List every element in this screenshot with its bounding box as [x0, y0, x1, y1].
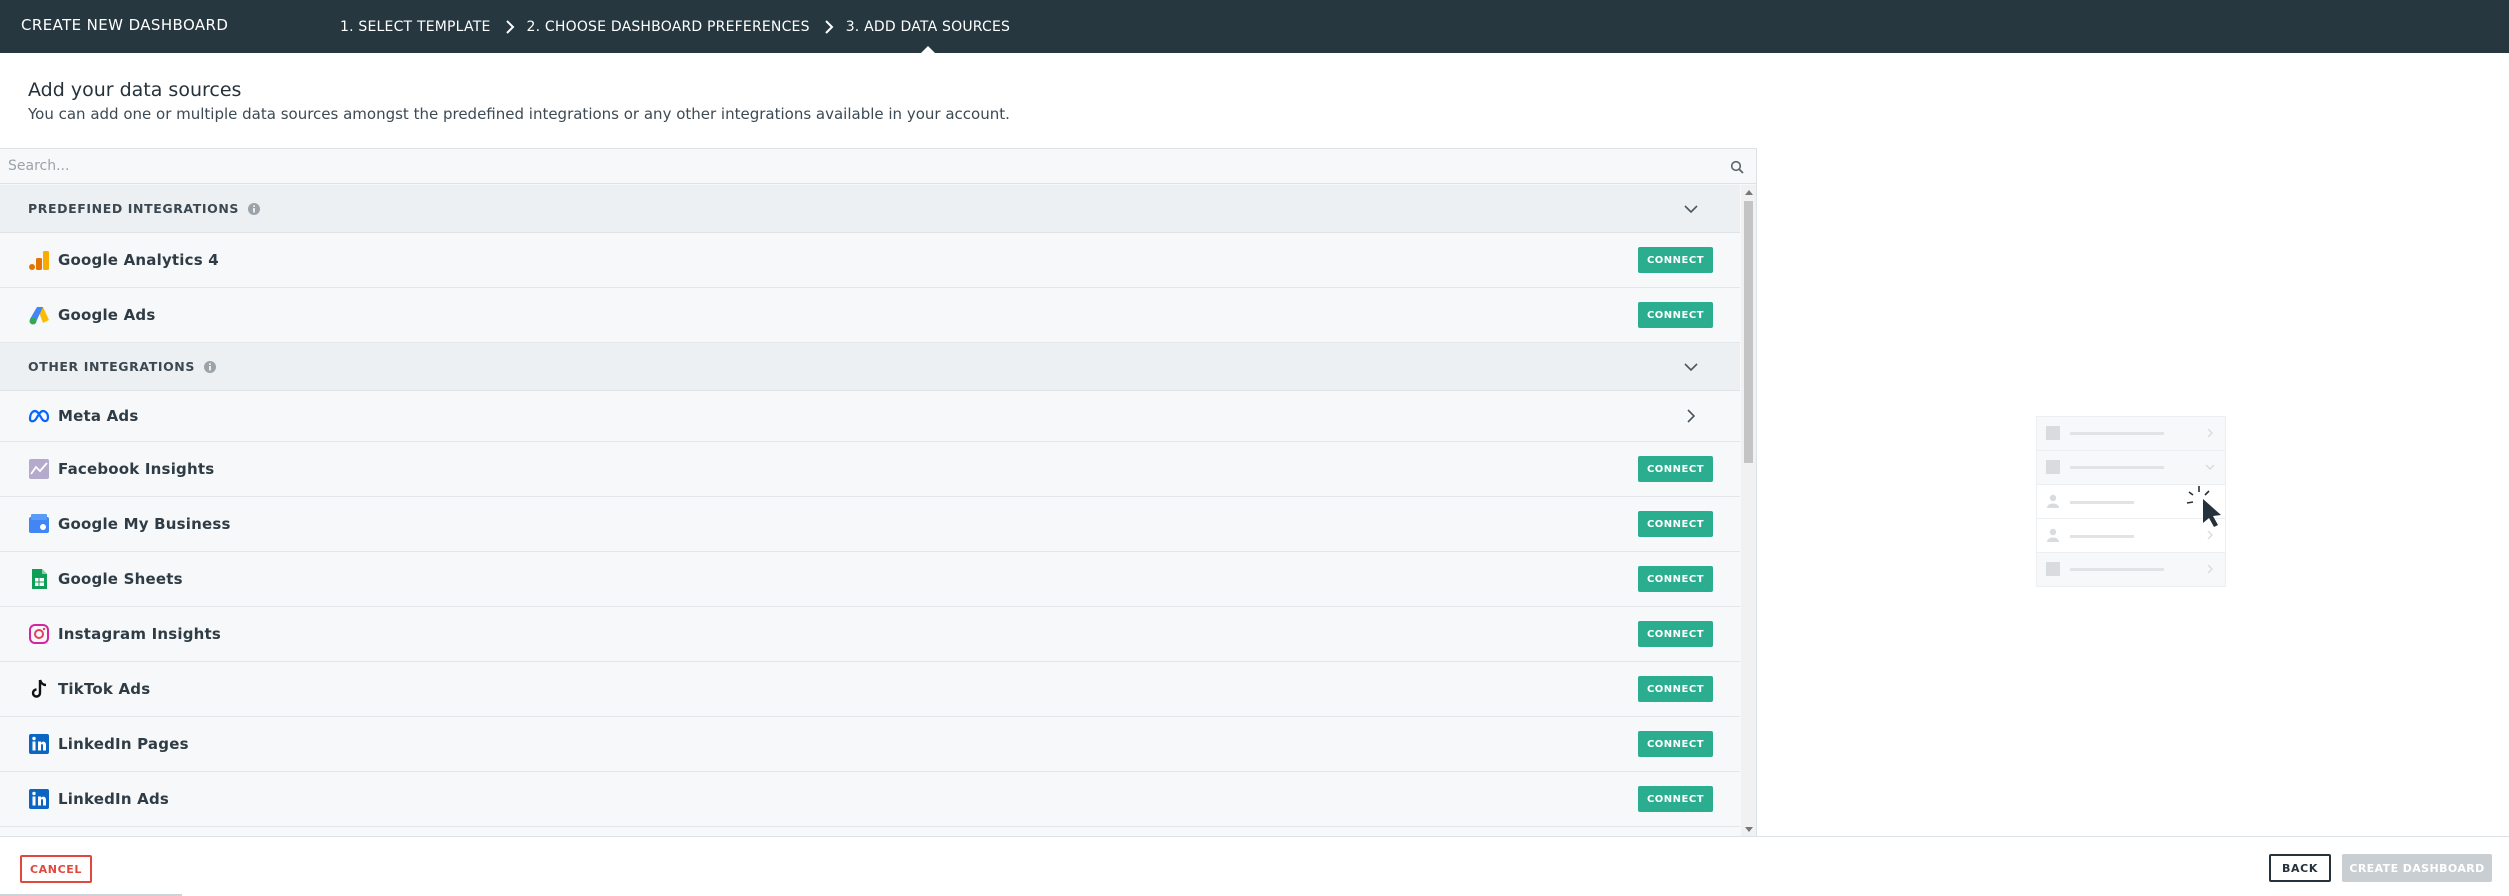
instagram-icon: [28, 623, 50, 645]
cancel-button[interactable]: CANCEL: [20, 855, 92, 883]
info-icon[interactable]: [247, 202, 261, 216]
scroll-down-arrow-icon[interactable]: [1745, 827, 1753, 832]
linkedin-icon: [28, 733, 50, 755]
chevron-down-icon[interactable]: [1682, 200, 1700, 218]
google-ads-icon: [28, 304, 50, 326]
integration-name: Facebook Insights: [58, 460, 215, 478]
tiktok-icon: [28, 678, 50, 700]
page-subtitle: You can add one or multiple data sources…: [28, 105, 1010, 123]
info-icon[interactable]: [203, 360, 217, 374]
integration-name: Google Sheets: [58, 570, 183, 588]
connect-button[interactable]: CONNECT: [1638, 621, 1713, 647]
wizard-steps: 1. SELECT TEMPLATE 2. CHOOSE DASHBOARD P…: [340, 0, 1010, 54]
app-title: CREATE NEW DASHBOARD: [21, 16, 229, 34]
footer-bar: CANCEL BACK CREATE DASHBOARD: [0, 836, 2509, 896]
top-header: CREATE NEW DASHBOARD 1. SELECT TEMPLATE …: [0, 0, 2509, 54]
chevron-right-icon: [824, 19, 834, 34]
connect-button[interactable]: CONNECT: [1638, 786, 1713, 812]
integration-name: Meta Ads: [58, 407, 139, 425]
integration-row-google-my-business[interactable]: Google My Business CONNECT: [0, 497, 1740, 552]
integration-row-facebook-insights[interactable]: Facebook Insights CONNECT: [0, 442, 1740, 497]
section-label: OTHER INTEGRATIONS: [28, 359, 195, 374]
connect-button[interactable]: CONNECT: [1638, 731, 1713, 757]
integration-row-google-analytics-4[interactable]: Google Analytics 4 CONNECT: [0, 233, 1740, 288]
meta-icon: [28, 405, 50, 427]
connect-button[interactable]: CONNECT: [1638, 566, 1713, 592]
page-title: Add your data sources: [28, 79, 242, 101]
integration-name: Google My Business: [58, 515, 231, 533]
create-dashboard-button[interactable]: CREATE DASHBOARD: [2342, 854, 2492, 882]
integration-row-google-ads[interactable]: Google Ads CONNECT: [0, 288, 1740, 343]
scrollbar-thumb[interactable]: [1744, 201, 1753, 463]
facebook-insights-icon: [28, 458, 50, 480]
integration-name: LinkedIn Pages: [58, 735, 189, 753]
back-button[interactable]: BACK: [2269, 854, 2331, 882]
connect-button[interactable]: CONNECT: [1638, 456, 1713, 482]
section-label: PREDEFINED INTEGRATIONS: [28, 201, 239, 216]
connect-button[interactable]: CONNECT: [1638, 511, 1713, 537]
integrations-list: PREDEFINED INTEGRATIONS Google Analytics…: [0, 185, 1740, 836]
integration-row-linkedin-pages[interactable]: LinkedIn Pages CONNECT: [0, 717, 1740, 772]
chevron-right-icon: [505, 19, 515, 34]
integration-row-instagram-insights[interactable]: Instagram Insights CONNECT: [0, 607, 1740, 662]
connect-button[interactable]: CONNECT: [1638, 302, 1713, 328]
step-dashboard-preferences[interactable]: 2. CHOOSE DASHBOARD PREFERENCES: [527, 0, 810, 53]
integration-row-tiktok-ads[interactable]: TikTok Ads CONNECT: [0, 662, 1740, 717]
integration-name: Google Ads: [58, 306, 156, 324]
integration-row-meta-ads[interactable]: Meta Ads: [0, 391, 1740, 442]
linkedin-icon: [28, 788, 50, 810]
connect-button[interactable]: CONNECT: [1638, 676, 1713, 702]
select-source-illustration: [2036, 416, 2226, 587]
search-bar: [0, 149, 1756, 184]
google-sheets-icon: [28, 568, 50, 590]
connect-button[interactable]: CONNECT: [1638, 247, 1713, 273]
chevron-down-icon[interactable]: [1682, 358, 1700, 376]
integration-name: LinkedIn Ads: [58, 790, 170, 808]
search-input[interactable]: [0, 149, 1720, 183]
integration-name: TikTok Ads: [58, 680, 151, 698]
section-other-integrations[interactable]: OTHER INTEGRATIONS: [0, 343, 1740, 391]
list-scrollbar[interactable]: [1741, 185, 1756, 836]
step-select-template[interactable]: 1. SELECT TEMPLATE: [340, 0, 491, 53]
google-my-business-icon: [28, 513, 50, 535]
integrations-panel: PREDEFINED INTEGRATIONS Google Analytics…: [0, 148, 1757, 836]
section-predefined-integrations[interactable]: PREDEFINED INTEGRATIONS: [0, 185, 1740, 233]
integration-name: Google Analytics 4: [58, 251, 219, 269]
search-icon[interactable]: [1730, 160, 1744, 174]
google-analytics-icon: [28, 249, 50, 271]
chevron-right-icon[interactable]: [1682, 407, 1700, 425]
scroll-up-arrow-icon[interactable]: [1745, 190, 1753, 195]
integration-row-linkedin-ads[interactable]: LinkedIn Ads CONNECT: [0, 772, 1740, 827]
illustration-list: [2036, 416, 2226, 587]
integration-name: Instagram Insights: [58, 625, 222, 643]
integration-row-google-sheets[interactable]: Google Sheets CONNECT: [0, 552, 1740, 607]
step-add-data-sources[interactable]: 3. ADD DATA SOURCES: [846, 0, 1010, 54]
